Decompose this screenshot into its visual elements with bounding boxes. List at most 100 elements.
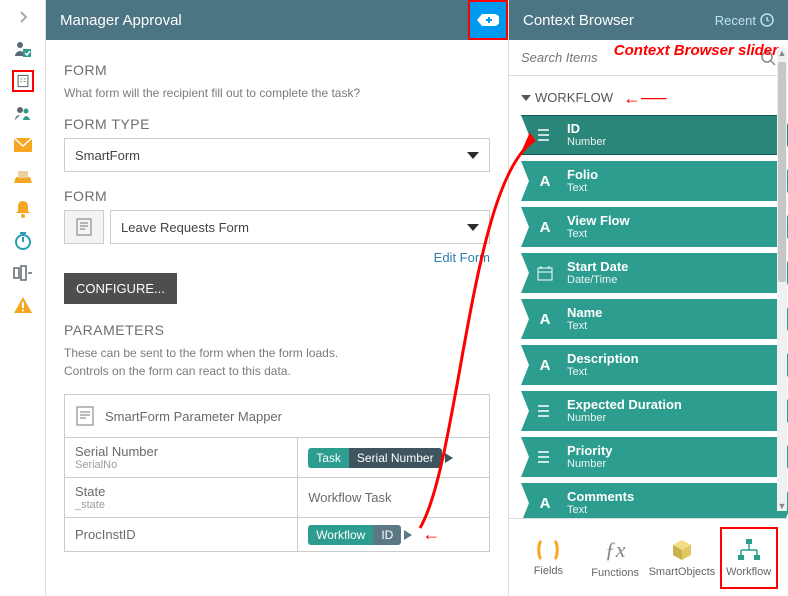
form-type-value: SmartForm [75, 148, 140, 163]
tab-functions[interactable]: ƒx Functions [586, 527, 644, 589]
smartobjects-icon [670, 538, 694, 562]
workflow-item[interactable]: Start DateDate/Time [521, 253, 784, 293]
form-value: Leave Requests Form [121, 220, 249, 235]
scrollbar-thumb[interactable] [778, 62, 786, 282]
workflow-item-type: Text [567, 504, 634, 516]
param-name: Serial Number [75, 444, 158, 459]
param-sub: _state [75, 499, 287, 511]
workflow-item-name: View Flow [567, 214, 630, 228]
users-icon[interactable] [12, 102, 34, 124]
param-value-cell[interactable]: WorkflowID ← [298, 518, 489, 551]
form-page-icon[interactable] [12, 70, 34, 92]
form-heading: FORM [64, 62, 490, 78]
param-value-cell[interactable]: Workflow Task [298, 478, 489, 517]
workflow-item-type: Text [567, 320, 602, 332]
param-name: ProcInstID [75, 527, 136, 542]
recent-link[interactable]: Recent [715, 13, 774, 28]
params-sub: These can be sent to the form when the f… [64, 344, 490, 380]
warning-icon[interactable] [12, 294, 34, 316]
context-search [509, 40, 788, 76]
params-heading: PARAMETERS [64, 322, 490, 338]
workflow-item[interactable]: A View FlowText [521, 207, 784, 247]
tab-workflow[interactable]: Workflow [720, 527, 778, 589]
workflow-item-type: Text [567, 182, 598, 194]
param-sub: SerialNo [75, 459, 287, 471]
context-title: Context Browser [523, 12, 634, 29]
context-tabs: Fields ƒx Functions SmartObjects Workflo… [509, 518, 788, 596]
context-browser-slider-button[interactable] [468, 0, 508, 40]
page-title: Manager Approval [60, 12, 182, 29]
form-doc-icon [64, 210, 104, 244]
inbox-icon[interactable] [12, 166, 34, 188]
workflow-item-name: Comments [567, 490, 634, 504]
workflow-item-name: Folio [567, 168, 598, 182]
param-row: State _state Workflow Task [65, 478, 489, 518]
workflow-item-type: Date/Time [567, 274, 628, 286]
context-browser-panel: Context Browser Recent WORKFLOW ←── IDNu… [508, 0, 788, 596]
mail-icon[interactable] [12, 134, 34, 156]
text-type-icon: A [533, 357, 557, 374]
text-type-icon: A [533, 311, 557, 328]
context-header: Context Browser Recent [509, 0, 788, 40]
date-type-icon [533, 265, 557, 281]
form-label: FORM [64, 188, 490, 204]
workflow-item-type: Text [567, 228, 630, 240]
edit-form-link[interactable]: Edit Form [434, 250, 490, 265]
scrollbar[interactable]: ▲ ▼ [777, 48, 787, 511]
main-panel: Manager Approval Context Browser slider … [46, 0, 508, 596]
configure-button[interactable]: CONFIGURE... [64, 273, 177, 304]
text-type-icon: A [533, 495, 557, 512]
functions-icon: ƒx [605, 537, 626, 563]
param-row: ProcInstID WorkflowID ← [65, 518, 489, 551]
workflow-item-type: Number [567, 136, 606, 148]
workflow-item[interactable]: Expected DurationNumber [521, 391, 784, 431]
workflow-item[interactable]: A CommentsText [521, 483, 784, 518]
left-sidebar [0, 0, 46, 596]
main-header: Manager Approval [46, 0, 508, 40]
workflow-item[interactable]: A FolioText [521, 161, 784, 201]
user-check-icon[interactable] [12, 38, 34, 60]
form-type-label: FORM TYPE [64, 116, 490, 132]
number-type-icon [533, 128, 557, 142]
workflow-group-label[interactable]: WORKFLOW ←── [523, 90, 784, 105]
chevron-down-icon [467, 224, 479, 231]
search-input[interactable] [509, 40, 748, 75]
timer-icon[interactable] [12, 230, 34, 252]
bell-icon[interactable] [12, 198, 34, 220]
workflow-icon [736, 538, 762, 562]
param-value-cell[interactable]: TaskSerial Number [298, 438, 489, 477]
workflow-item-type: Text [567, 366, 639, 378]
columns-icon[interactable] [12, 262, 34, 284]
chevron-down-icon [467, 152, 479, 159]
number-type-icon [533, 404, 557, 418]
text-type-icon: A [533, 219, 557, 236]
workflow-item-name: ID [567, 122, 606, 136]
workflow-item-name: Name [567, 306, 602, 320]
arrow-annotation-icon: ← [422, 524, 440, 545]
workflow-item-name: Priority [567, 444, 613, 458]
mapper-doc-icon [75, 405, 95, 427]
fields-icon [535, 539, 561, 561]
workflow-item[interactable]: PriorityNumber [521, 437, 784, 477]
form-type-select[interactable]: SmartForm [64, 138, 490, 172]
form-select[interactable]: Leave Requests Form [110, 210, 490, 244]
form-sub: What form will the recipient fill out to… [64, 84, 490, 102]
workflow-item[interactable]: A NameText [521, 299, 784, 339]
tab-fields[interactable]: Fields [519, 527, 577, 589]
number-type-icon [533, 450, 557, 464]
param-row: Serial Number SerialNo TaskSerial Number [65, 438, 489, 478]
workflow-item[interactable]: IDNumber [521, 115, 784, 155]
workflow-item-name: Expected Duration [567, 398, 682, 412]
collapse-sidebar-icon[interactable] [12, 6, 34, 28]
workflow-item-name: Description [567, 352, 639, 366]
text-type-icon: A [533, 173, 557, 190]
parameter-mapper: SmartForm Parameter Mapper Serial Number… [64, 394, 490, 552]
workflow-item-type: Number [567, 458, 613, 470]
workflow-item-name: Start Date [567, 260, 628, 274]
param-name: State [75, 484, 105, 499]
mapper-title: SmartForm Parameter Mapper [105, 409, 282, 424]
tab-smartobjects[interactable]: SmartObjects [653, 527, 711, 589]
workflow-item[interactable]: A DescriptionText [521, 345, 784, 385]
collapse-triangle-icon [521, 95, 531, 101]
workflow-item-type: Number [567, 412, 682, 424]
